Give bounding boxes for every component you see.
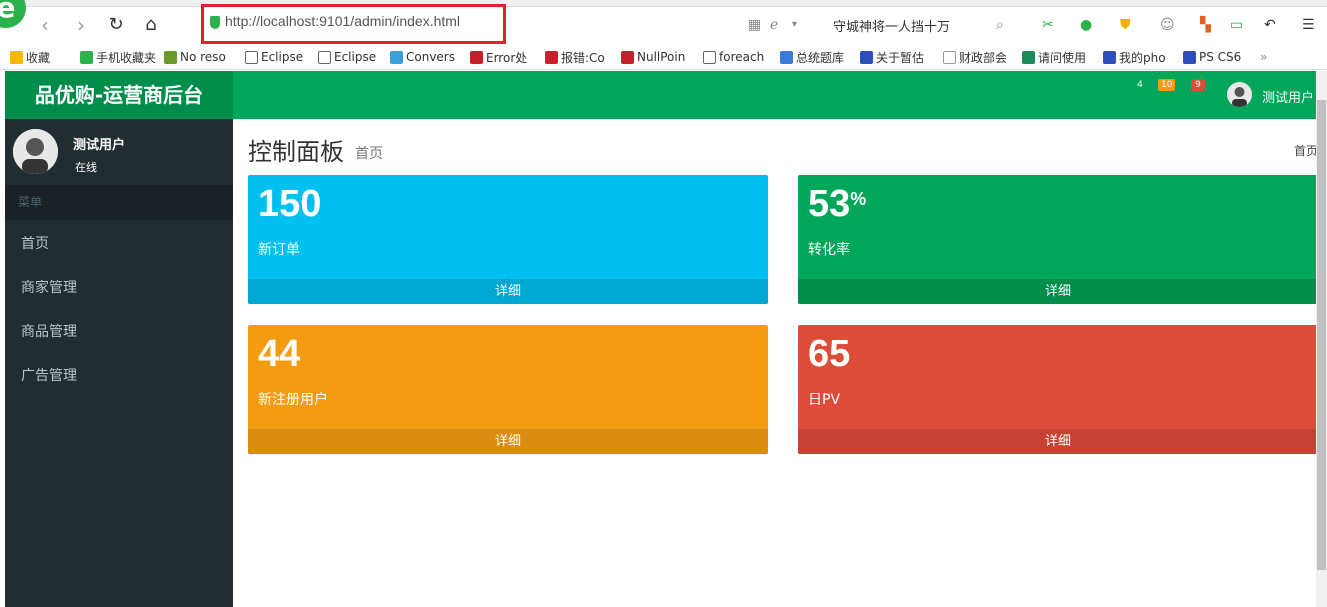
more-info-link[interactable]: 详细 xyxy=(798,279,1318,304)
header-user-name[interactable]: 测试用户 xyxy=(1262,87,1314,106)
url-text[interactable]: http://localhost:9101/admin/index.html xyxy=(225,13,460,29)
bookmark-item[interactable]: 财政部会 xyxy=(943,48,1013,66)
bookmark-item[interactable]: 收藏 xyxy=(10,48,72,66)
star-icon xyxy=(10,50,23,64)
stat-value: 44 xyxy=(258,333,301,375)
csdn-icon xyxy=(545,50,558,64)
bookmark-item[interactable]: Convers xyxy=(390,48,458,66)
stat-label: 新订单 xyxy=(258,242,300,258)
stat-value: 150 xyxy=(258,183,322,225)
csdn-icon xyxy=(621,50,634,64)
game-icon[interactable]: ☺ xyxy=(1160,17,1175,33)
site-icon xyxy=(164,50,177,64)
more-info-link[interactable]: 详细 xyxy=(248,429,768,454)
scissors-icon[interactable]: ✂ xyxy=(1042,17,1054,33)
sidebar-item-home[interactable]: 首页 xyxy=(5,222,233,266)
bookmark-item[interactable]: 手机收藏夹 xyxy=(80,48,158,66)
bookmark-item[interactable]: 报错:Co xyxy=(545,48,609,66)
search-icon[interactable]: ⌕ xyxy=(996,17,1004,33)
document-icon xyxy=(943,50,956,64)
scrollbar-thumb[interactable] xyxy=(1317,100,1326,570)
phone-icon xyxy=(80,50,93,64)
back-icon[interactable]: ‹ xyxy=(34,14,56,36)
ie-mode-icon[interactable]: ℯ xyxy=(770,17,778,33)
stat-label: 转化率 xyxy=(808,242,850,258)
bookmark-item[interactable]: No reso xyxy=(164,48,232,66)
stat-value: 65 xyxy=(808,333,851,375)
battery-icon[interactable]: ▭ xyxy=(1230,17,1243,33)
segmentfault-icon xyxy=(1022,50,1035,64)
reload-icon[interactable]: ↻ xyxy=(105,14,127,36)
stat-label: 日PV xyxy=(808,392,841,408)
browser-toolbar: ‹ › ↻ ⌂ ▦ ℯ ▾ 守城神将一人挡十万 ⌕ ✂ ● ⛊ ☺ ▚ ▭ ↶ … xyxy=(0,7,1327,43)
eclipse-icon xyxy=(703,50,716,64)
sidebar-item-ads[interactable]: 广告管理 xyxy=(5,354,233,398)
csdn-icon xyxy=(470,50,483,64)
more-info-link[interactable]: 详细 xyxy=(248,279,768,304)
translate-icon[interactable]: ● xyxy=(1080,17,1092,33)
avatar xyxy=(13,129,58,174)
bookmark-item[interactable]: 我的pho xyxy=(1103,48,1173,66)
bookmark-item[interactable]: Eclipse xyxy=(245,48,305,66)
baidu-icon xyxy=(1103,50,1116,64)
grid-icon[interactable]: ▦ xyxy=(748,17,761,33)
stat-box-new-orders: 150 新订单 详细 xyxy=(248,175,768,304)
page-title: 控制面板 xyxy=(248,138,344,166)
apps-icon[interactable]: ▚ xyxy=(1200,17,1211,33)
stat-box-conversion-rate: 53% 转化率 详细 xyxy=(798,175,1318,304)
bookmark-item[interactable]: Error处 xyxy=(470,48,534,66)
menu-header: 菜单 xyxy=(5,185,233,220)
page-subtitle: 首页 xyxy=(355,146,383,162)
sidebar: 测试用户 在线 菜单 首页 商家管理 商品管理 广告管理 xyxy=(5,119,233,607)
eclipse-icon xyxy=(245,50,258,64)
app-header: 品优购-运营商后台 4 10 9 测试用户 xyxy=(5,71,1327,119)
eclipse-icon xyxy=(318,50,331,64)
breadcrumb[interactable]: 首页 xyxy=(1294,142,1318,159)
address-bar[interactable]: http://localhost:9101/admin/index.html xyxy=(201,4,506,44)
tab-strip xyxy=(0,0,1327,7)
stat-box-daily-pv: 65 日PV 详细 xyxy=(798,325,1318,454)
bookmark-item[interactable]: 关于暂估 xyxy=(860,48,930,66)
forward-icon[interactable]: › xyxy=(70,14,92,36)
shield-icon xyxy=(210,16,220,29)
search-input[interactable]: 守城神将一人挡十万 xyxy=(833,16,950,35)
bookmark-item[interactable]: 请问使用 xyxy=(1022,48,1094,66)
bookmark-item[interactable]: Eclipse xyxy=(318,48,378,66)
sidebar-user-name: 测试用户 xyxy=(73,138,126,153)
bookmarks-more-button[interactable]: » xyxy=(1260,48,1276,66)
baidu-icon xyxy=(1183,50,1196,64)
task-badge[interactable]: 10 xyxy=(1158,79,1176,91)
sidebar-item-products[interactable]: 商品管理 xyxy=(5,310,233,354)
bookmark-item[interactable]: foreach xyxy=(703,48,768,66)
bookmark-item[interactable]: PS CS6 xyxy=(1183,48,1249,66)
stat-label: 新注册用户 xyxy=(258,392,328,408)
app-logo[interactable]: 品优购-运营商后台 xyxy=(5,71,233,119)
chevron-down-icon[interactable]: ▾ xyxy=(792,17,797,33)
stat-box-new-users: 44 新注册用户 详细 xyxy=(248,325,768,454)
message-badge[interactable]: 9 xyxy=(1191,79,1205,91)
notification-badge[interactable]: 4 xyxy=(1133,79,1147,91)
sidebar-item-merchants[interactable]: 商家管理 xyxy=(5,266,233,310)
bookmark-item[interactable]: NullPoin xyxy=(621,48,691,66)
bookmarks-bar: 收藏 手机收藏夹 No reso Eclipse Eclipse Convers… xyxy=(0,44,1327,70)
bookmark-item[interactable]: 总统题库 xyxy=(780,48,850,66)
undo-icon[interactable]: ↶ xyxy=(1264,17,1276,33)
stat-value: 53% xyxy=(808,183,867,225)
baidu-icon xyxy=(860,50,873,64)
site-icon xyxy=(780,50,793,64)
online-status: 在线 xyxy=(75,161,97,174)
cloud-icon xyxy=(390,50,403,64)
more-info-link[interactable]: 详细 xyxy=(798,429,1318,454)
home-icon[interactable]: ⌂ xyxy=(140,14,162,36)
avatar[interactable] xyxy=(1227,82,1252,107)
menu-icon[interactable]: ☰ xyxy=(1302,17,1315,33)
coupon-icon[interactable]: ⛊ xyxy=(1120,17,1131,33)
